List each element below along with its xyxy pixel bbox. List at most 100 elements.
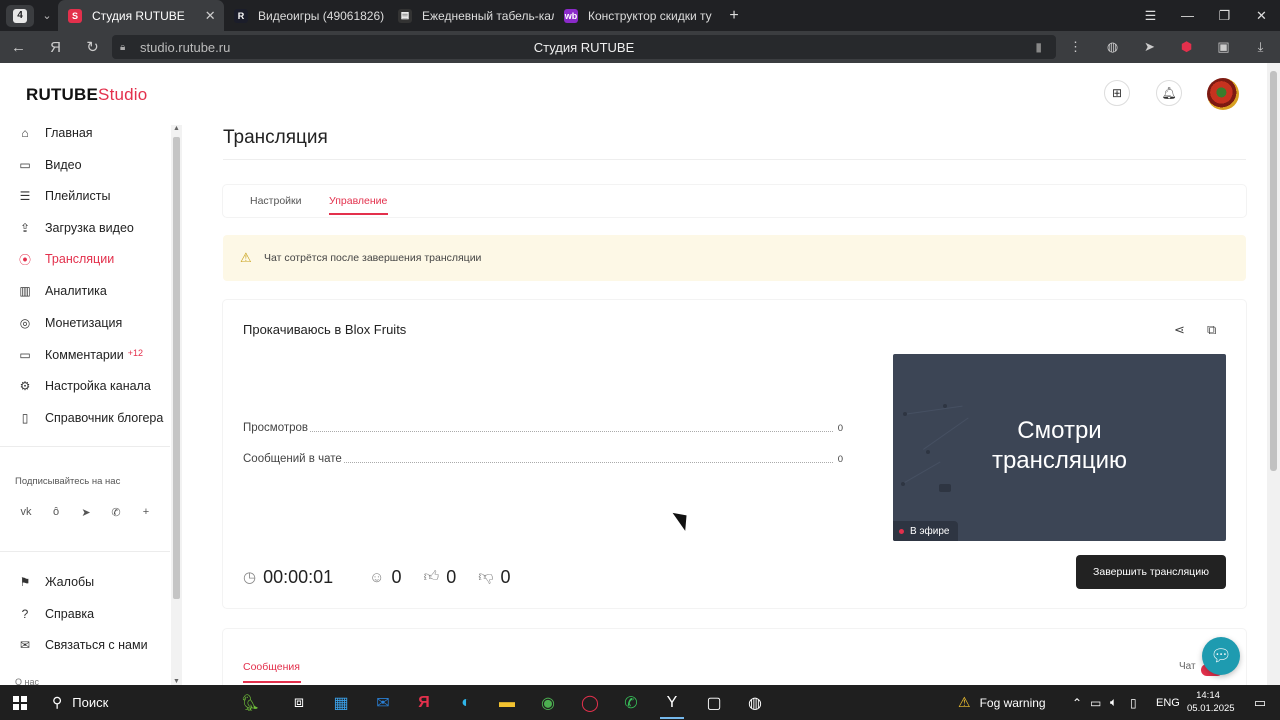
obs-icon[interactable]: ◍ [735,685,775,720]
edge-icon[interactable]: ◐ [446,685,486,720]
taskbar-search[interactable]: ⚲ Поиск [40,685,218,720]
messages-card: Сообщения Чат [223,629,1246,685]
scroll-down-icon[interactable]: ▼ [171,678,182,685]
sidebar-scrollbar[interactable]: ▲ ▼ [171,125,182,685]
close-tab-icon[interactable]: ✕ [205,8,216,24]
external-link-icon[interactable]: ⧉ [1207,322,1216,338]
sidebar-item-comments[interactable]: ▭ Комментарии +12 [17,345,143,365]
yandex-icon[interactable]: Я [37,31,74,63]
more-icon[interactable]: ⋮ [1057,39,1094,55]
workspace-button[interactable]: 4 [6,4,34,27]
omnibox[interactable]: 🔒︎ studio.rutube.ru Студия RUTUBE ▮ [112,35,1056,59]
tab-discount-builder[interactable]: wb Конструктор скидки ту [554,0,718,31]
tray-chevron-icon[interactable]: ⌃ [1072,696,1090,710]
rutube-studio-logo[interactable]: RUTUBEStudio [26,85,147,105]
sidebar-item-video[interactable]: ▭ Видео [17,155,82,175]
support-chat-icon[interactable]: 💬︎ [1202,637,1240,675]
new-tab-plus-icon[interactable]: + [724,6,744,26]
app-window-icon[interactable]: ▢ [694,685,734,720]
sidebar-item-label: Настройка канала [45,379,151,393]
sidebar-scroll-thumb[interactable] [173,137,180,599]
network-icon[interactable]: ▭ [1090,696,1110,710]
sidebar-item-monetization[interactable]: ◎ Монетизация [17,313,123,333]
sidebar-item-contact[interactable]: ✉ Связаться с нами [17,635,148,655]
start-button[interactable] [0,685,40,720]
sidebar-item-label: Плейлисты [45,189,111,203]
sidebar-item-blogger-guide[interactable]: ▯ Справочник блогера [17,408,164,428]
notifications-center-icon[interactable]: ▭ [1240,685,1280,720]
vk-icon[interactable]: vk [15,501,37,523]
sidebar-item-help[interactable]: ? Справка [17,604,94,624]
sidebar-item-broadcasts[interactable]: ⦿ Трансляции [17,249,114,269]
page-scrollbar[interactable] [1267,63,1280,685]
stream-preview[interactable]: Смотри трансляцию В эфире [893,354,1226,541]
volume-icon[interactable]: 🔈︎ [1110,695,1130,710]
sidebar-item-home[interactable]: ⌂ Главная [17,123,92,143]
end-broadcast-button[interactable]: Завершить трансляцию [1076,555,1226,589]
ok-icon[interactable]: ȏ [45,501,67,523]
yandex-app-icon[interactable]: Y [652,685,692,720]
broadcast-icon: ⦿ [18,252,31,267]
weather-widget[interactable]: ⚠ Fog warning [958,685,1046,720]
tab-label: Конструктор скидки ту [588,8,712,23]
sidebar-item-upload[interactable]: ⇪ Загрузка видео [17,218,134,238]
search-icon: ⚲ [52,694,63,710]
file-explorer-icon[interactable]: ▬ [487,685,527,720]
downloads-icon[interactable]: ⤓ [1242,39,1279,55]
tab-timesheet[interactable]: ▤ Ежедневный табель-кале [388,0,554,31]
close-window-icon[interactable]: ✕ [1243,0,1280,31]
tab-settings[interactable]: Настройки [250,195,302,207]
collections-icon[interactable]: ▣ [1205,39,1242,55]
back-arrow-icon[interactable]: ← [0,31,37,63]
outlook-icon[interactable]: ✉ [363,685,403,720]
yandex-browser-icon[interactable]: Я [404,685,444,720]
plus-icon[interactable]: + [135,501,157,523]
store-icon[interactable]: ▦ [321,685,361,720]
home-icon: ⌂ [21,126,29,140]
clock-time: 14:14 [1196,690,1220,701]
opera-icon[interactable]: ◯ [570,685,610,720]
tab-studio-rutube[interactable]: S Студия RUTUBE ✕ [58,0,224,31]
share-icon[interactable]: ⋖ [1174,322,1185,338]
stream-metrics: ◷ 00:00:01 ☺ 0 👍︎ 0 👎︎ 0 [243,565,532,589]
restore-icon[interactable]: ❐ [1206,0,1243,31]
whatsapp-icon[interactable]: ✆ [611,685,651,720]
tab-management[interactable]: Управление [329,195,387,207]
tab-list-chevron-icon[interactable]: ⌄ [36,9,58,22]
notifications-bell-icon[interactable]: 🔔︎ [1156,80,1182,106]
scroll-up-icon[interactable]: ▲ [171,125,182,132]
reload-icon[interactable]: ↻ [74,31,111,63]
globe-icon[interactable]: ◍ [1094,39,1131,55]
viber-icon[interactable]: ✆ [105,501,127,523]
sidebar-item-playlists[interactable]: ☰ Плейлисты [17,186,111,206]
sidebar-item-label: Монетизация [45,316,123,330]
bookmark-icon[interactable]: ▮ [1035,40,1042,54]
stream-card: Прокачиваюсь в Blox Fruits ⋖ ⧉ Просмотро… [223,300,1246,608]
minimize-icon[interactable]: — [1169,0,1206,31]
sidebar-item-label: Видео [45,158,82,172]
language-indicator[interactable]: ENG [1156,697,1180,709]
page-scroll-thumb[interactable] [1270,71,1277,471]
sidebar-item-analytics[interactable]: ▥ Аналитика [17,281,107,301]
adblock-icon[interactable]: ⬢ [1168,39,1205,55]
sidebar-item-channel-settings[interactable]: ⚙ Настройка канала [17,376,151,396]
task-view-icon[interactable]: ⧈ [279,685,319,720]
tab-messages[interactable]: Сообщения [243,661,300,673]
about-link[interactable]: О нас [15,677,39,685]
battery-icon[interactable]: ▯ [1130,696,1150,710]
cursor-extension-icon[interactable]: ➤ [1131,39,1168,55]
chrome-icon[interactable]: ◉ [528,685,568,720]
taskbar-clock[interactable]: 14:14 05.01.2025 [1187,689,1235,715]
telegram-icon[interactable]: ➤ [75,501,97,523]
parrot-widget-icon[interactable]: 🦜︎ [222,685,278,720]
avatar[interactable] [1207,78,1239,110]
menu-icon[interactable]: ☰ [1132,0,1169,31]
sidebar-item-complaints[interactable]: ⚑ Жалобы [17,572,95,592]
add-content-icon[interactable]: ⊞ [1104,80,1130,106]
active-tab-underline [243,681,301,683]
sidebar-item-label: Трансляции [45,252,115,266]
flag-icon: ⚑ [19,575,31,589]
tab-videogames[interactable]: R Видеоигры (49061826) - [224,0,388,31]
page-title-in-omnibox: Студия RUTUBE [533,39,635,55]
sidebar: ⌂ Главная ▭ Видео ☰ Плейлисты ⇪ Загрузка вид… [0,121,170,685]
